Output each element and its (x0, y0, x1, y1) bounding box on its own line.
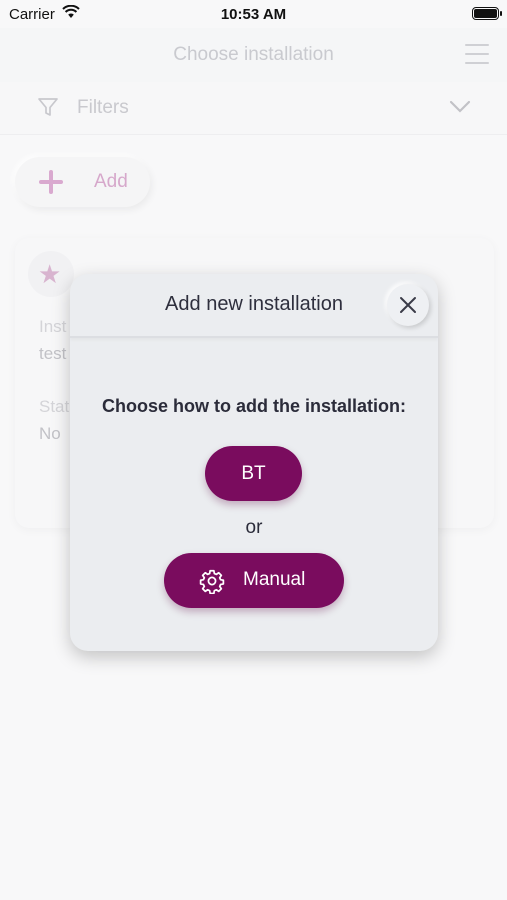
battery-icon (472, 7, 502, 20)
funnel-icon (37, 96, 59, 123)
favorite-button[interactable]: ★ (28, 251, 74, 297)
page-title: Choose installation (173, 44, 334, 65)
plus-icon (39, 170, 63, 194)
status-label: Stat (39, 397, 70, 416)
gear-icon (199, 568, 225, 600)
manual-button-label: Manual (243, 569, 306, 590)
or-separator: or (245, 517, 263, 538)
hamburger-icon[interactable] (465, 44, 489, 64)
close-button[interactable] (387, 284, 429, 326)
manual-button[interactable]: Manual (164, 553, 344, 608)
dialog-prompt: Choose how to add the installation: (102, 396, 406, 416)
dialog-title: Add new installation (165, 293, 343, 315)
bt-button[interactable]: BT (205, 446, 302, 501)
add-button-label: Add (94, 171, 128, 192)
chevron-down-icon[interactable] (449, 100, 471, 119)
status-value: No (39, 424, 61, 443)
filters-label: Filters (77, 97, 129, 118)
top-app-bar: Choose installation (0, 28, 507, 82)
add-installation-dialog: Add new installation Choose how to add t… (70, 274, 438, 651)
filters-bar[interactable]: Filters (0, 82, 507, 135)
installation-name-value: test (39, 344, 67, 363)
installation-name-label: Inst (39, 317, 67, 336)
star-icon: ★ (38, 259, 62, 289)
clock: 10:53 AM (220, 6, 287, 23)
status-bar: Carrier 10:53 AM (0, 0, 507, 28)
add-installation-button[interactable]: Add (15, 157, 150, 207)
close-icon (400, 297, 416, 313)
